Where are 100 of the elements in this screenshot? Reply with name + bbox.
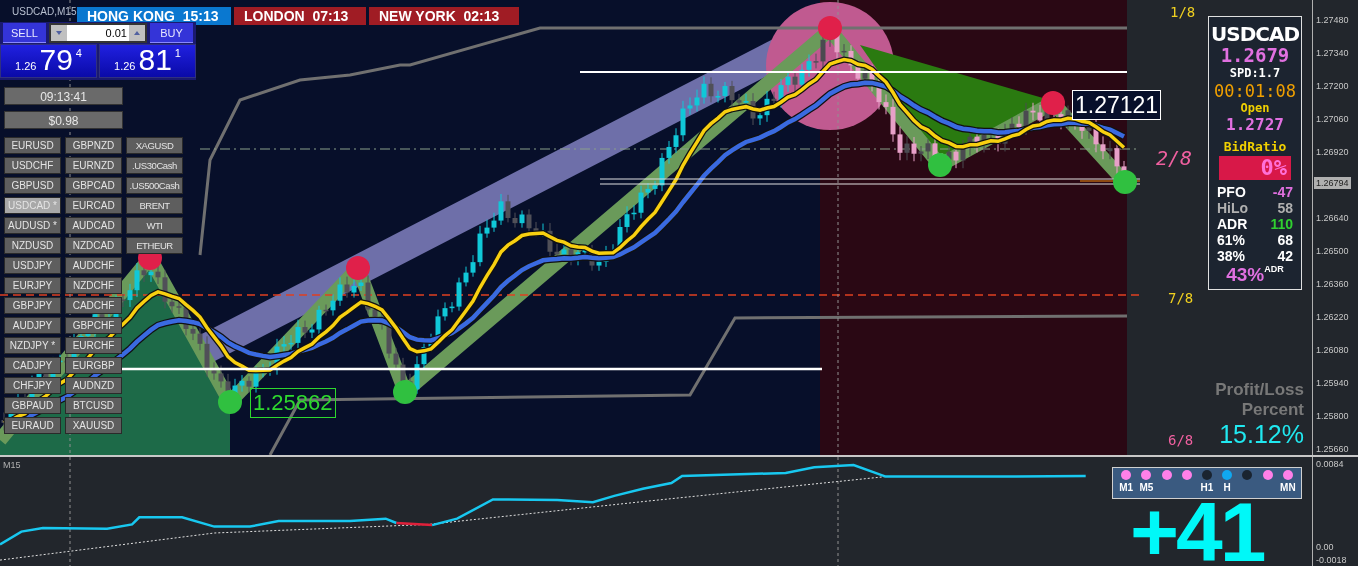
symbol-button[interactable]: EURAUD — [4, 417, 61, 434]
symbol-button[interactable]: CADCHF — [65, 297, 122, 314]
symbol-button[interactable]: ETHEUR — [126, 237, 183, 254]
price-tick: 1.26920 — [1316, 147, 1349, 157]
price-tick: 1.26500 — [1316, 246, 1349, 256]
price-tick: 1.27340 — [1316, 48, 1349, 58]
open-price: 1.2727 — [1226, 116, 1284, 134]
indicator-label: M15 — [3, 460, 21, 470]
profit-loss-title: Profit/Loss — [1215, 380, 1304, 400]
symbol-button[interactable]: GBPJPY — [4, 297, 61, 314]
symbol-button[interactable]: GBPCHF — [65, 317, 122, 334]
symbol-button[interactable]: AUDNZD — [65, 377, 122, 394]
price-tick: 1.26080 — [1316, 345, 1349, 355]
price-fraction: 4 — [75, 47, 82, 59]
swing-low-marker — [218, 390, 242, 414]
stat-label: PFO — [1217, 184, 1246, 200]
price-pips: 79 — [39, 45, 73, 75]
price-fraction: 1 — [174, 47, 181, 59]
symbol-button[interactable]: .US500Cash — [126, 177, 183, 194]
symbol-button[interactable]: EURUSD — [4, 137, 61, 154]
spread-text: SPD:1.7 — [1229, 66, 1281, 81]
symbol-button[interactable]: NZDCAD — [65, 237, 122, 254]
symbol-button[interactable]: GBPNZD — [65, 137, 122, 154]
symbol-button[interactable]: BTCUSD — [65, 397, 122, 414]
price-prefix: 1.26 — [15, 60, 37, 72]
level-label: 1/8 — [1170, 4, 1196, 20]
symbol-button[interactable]: EURNZD — [65, 157, 122, 174]
symbol-button[interactable]: GBPCAD — [65, 177, 122, 194]
symbol-button[interactable]: USDJPY — [4, 257, 61, 274]
symbol-button[interactable]: XAGUSD — [126, 137, 183, 154]
open-label: Open — [1240, 101, 1270, 116]
pips-counter: +41 — [1130, 500, 1264, 564]
swing-high-marker — [346, 256, 370, 280]
stat-value: 42 — [1277, 248, 1293, 264]
timeframe-label: M1 — [1119, 482, 1134, 493]
symbol-button[interactable]: AUDCAD — [65, 217, 122, 234]
clock-display: 09:13:41 — [4, 87, 123, 105]
symbol-button[interactable]: AUDJPY — [4, 317, 61, 334]
price-pips: 81 — [138, 45, 172, 75]
price-tick: 1.26220 — [1316, 312, 1349, 322]
price-tick: 1.25800 — [1316, 411, 1349, 421]
indicator-tick: 0.00 — [1316, 542, 1334, 552]
price-tick: 1.27200 — [1316, 81, 1349, 91]
bid-ratio-value: 0% — [1219, 156, 1291, 180]
symbol-button[interactable]: USDCHF — [4, 157, 61, 174]
symbol-button[interactable]: EURJPY — [4, 277, 61, 294]
session-clock: HONG KONG 15:13 — [77, 7, 231, 25]
stat-label: 38% — [1217, 248, 1246, 264]
price-tick: 1.26640 — [1316, 213, 1349, 223]
profit-loss-value: 15.12% — [1219, 420, 1304, 448]
increase-icon[interactable] — [129, 25, 145, 41]
price-tick: 1.25940 — [1316, 378, 1349, 388]
symbol-button[interactable]: EURGBP — [65, 357, 122, 374]
price-tick: 1.27480 — [1316, 15, 1349, 25]
lot-size-field[interactable]: 0.01 — [49, 23, 147, 43]
stat-value: 110 — [1270, 216, 1293, 232]
stat-value: -47 — [1272, 184, 1293, 200]
symbol-button[interactable]: NZDCHF — [65, 277, 122, 294]
decrease-icon[interactable] — [51, 25, 67, 41]
level-label: 7/8 — [1168, 290, 1194, 306]
symbol-button[interactable]: CADJPY — [4, 357, 61, 374]
price-tick: 1.25660 — [1316, 444, 1349, 454]
timeframe-label: H1 — [1200, 482, 1214, 493]
swing-low-marker — [928, 153, 952, 177]
adr-label: ADR — [1264, 264, 1284, 274]
symbol-button[interactable]: NZDJPY * — [4, 337, 61, 354]
symbol-button[interactable]: AUDUSD * — [4, 217, 61, 234]
session-clock: NEW YORK 02:13 — [369, 7, 519, 25]
buy-button[interactable]: BUY — [150, 23, 193, 43]
symbol-button[interactable]: WTI — [126, 217, 183, 234]
price-label: 1.25862 — [250, 388, 336, 418]
timeframe-label: H — [1223, 482, 1231, 493]
stat-value: 68 — [1277, 232, 1293, 248]
symbol-button[interactable]: AUDCHF — [65, 257, 122, 274]
stat-label: ADR — [1217, 216, 1248, 232]
level-label: 2/8 — [1156, 146, 1193, 170]
symbol-button[interactable]: XAUUSD — [65, 417, 122, 434]
symbol-button[interactable]: GBPUSD — [4, 177, 61, 194]
symbol-button[interactable]: .US30Cash — [126, 157, 183, 174]
stat-value: 58 — [1277, 200, 1293, 216]
swing-high-marker — [818, 16, 842, 40]
bid-price: 1.2679 — [1220, 45, 1290, 66]
timeframe-label: M5 — [1139, 482, 1154, 493]
symbol-button[interactable]: EURCHF — [65, 337, 122, 354]
timeframe-label: MN — [1280, 482, 1296, 493]
sell-button[interactable]: SELL — [3, 23, 46, 43]
symbol-button[interactable]: BRENT — [126, 197, 183, 214]
symbol-button[interactable]: EURCAD — [65, 197, 122, 214]
price-tick: 1.26360 — [1316, 279, 1349, 289]
price-prefix: 1.26 — [114, 60, 136, 72]
price-tick: 1.27060 — [1316, 114, 1349, 124]
indicator-tick: -0.0018 — [1316, 555, 1347, 565]
bid-ratio-label: BidRatio — [1223, 139, 1287, 154]
symbol-button[interactable]: CHFJPY — [4, 377, 61, 394]
profit-button[interactable]: $0.98 — [4, 111, 123, 129]
swing-low-marker — [1113, 170, 1137, 194]
symbol-button[interactable]: GBPAUD — [4, 397, 61, 414]
stat-label: HiLo — [1217, 200, 1249, 216]
symbol-button[interactable]: NZDUSD — [4, 237, 61, 254]
session-clock: LONDON 07:13 — [234, 7, 366, 25]
